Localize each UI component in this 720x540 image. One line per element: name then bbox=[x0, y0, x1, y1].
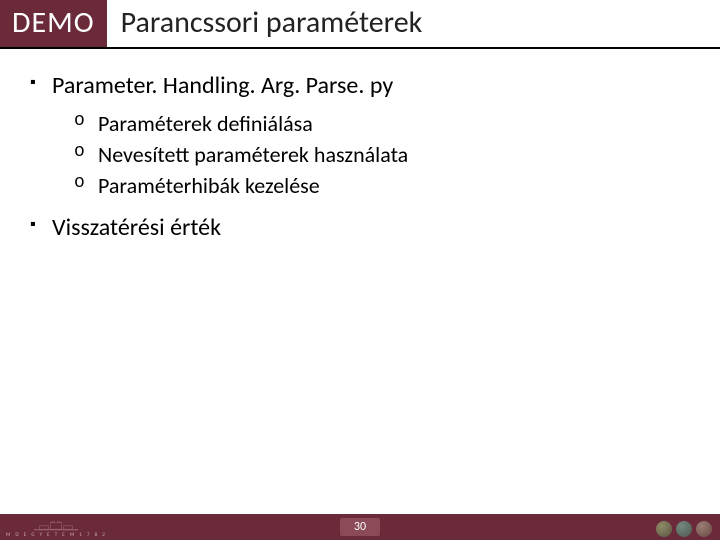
list-item: Nevesített paraméterek használata bbox=[52, 141, 690, 168]
list-item: Visszatérési érték bbox=[30, 213, 690, 242]
demo-badge: DEMO bbox=[0, 0, 107, 47]
slide-footer: M Ű E G Y E T E M 1 7 8 2 30 bbox=[0, 514, 720, 540]
slide: DEMO Parancssori paraméterek Parameter. … bbox=[0, 0, 720, 540]
list-item: Parameter. Handling. Arg. Parse. py Para… bbox=[30, 71, 690, 199]
bullet-list-level2: Paraméterek definiálása Nevesített param… bbox=[52, 110, 690, 199]
page-number: 30 bbox=[340, 518, 380, 536]
list-item: Paraméterek definiálása bbox=[52, 110, 690, 137]
list-item-label: Nevesített paraméterek használata bbox=[98, 141, 408, 168]
slide-content: Parameter. Handling. Arg. Parse. py Para… bbox=[0, 49, 720, 514]
university-text: M Ű E G Y E T E M 1 7 8 2 bbox=[6, 533, 107, 538]
badge-icon bbox=[676, 521, 692, 537]
list-item-label: Visszatérési érték bbox=[52, 213, 221, 242]
building-icon bbox=[34, 521, 78, 533]
list-item-label: Paraméterek definiálása bbox=[98, 110, 313, 137]
slide-header: DEMO Parancssori paraméterek bbox=[0, 0, 720, 49]
badge-icon bbox=[656, 521, 672, 537]
list-item-label: Paraméterhibák kezelése bbox=[98, 172, 320, 199]
slide-title: Parancssori paraméterek bbox=[107, 0, 423, 47]
footer-logo-area: M Ű E G Y E T E M 1 7 8 2 bbox=[6, 521, 107, 538]
badge-icon bbox=[696, 521, 712, 537]
bullet-list-level1: Parameter. Handling. Arg. Parse. py Para… bbox=[30, 71, 690, 242]
list-item-label: Parameter. Handling. Arg. Parse. py bbox=[52, 71, 393, 100]
footer-badges bbox=[656, 521, 712, 537]
list-item: Paraméterhibák kezelése bbox=[52, 172, 690, 199]
